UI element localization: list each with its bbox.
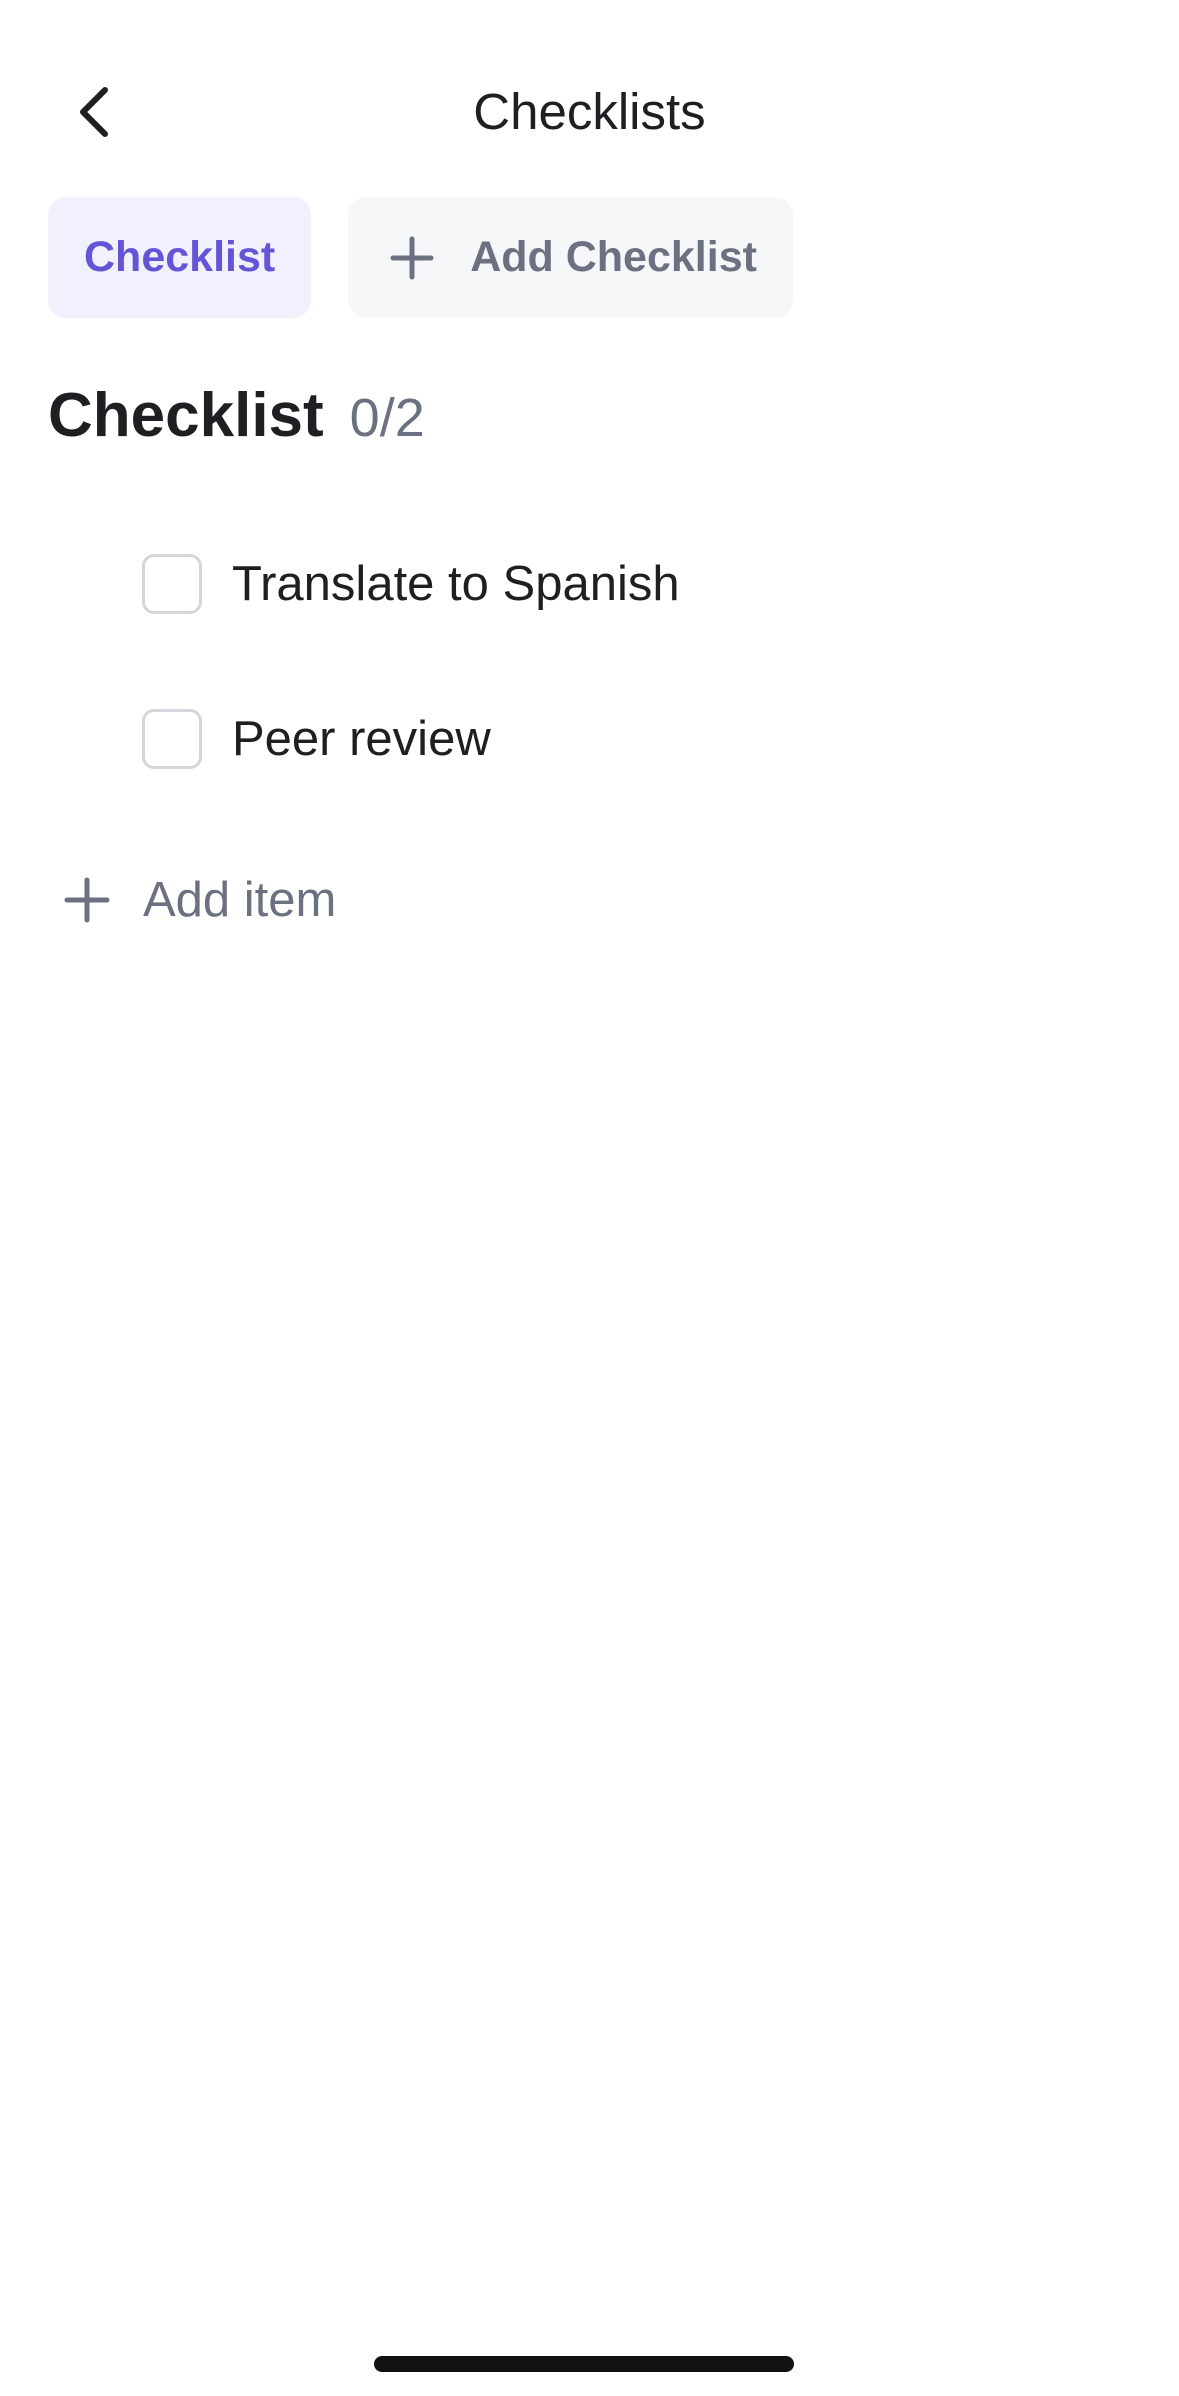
checklist-item[interactable]: Translate to Spanish [142,540,1142,695]
item-checkbox[interactable] [142,709,202,769]
back-button[interactable] [55,72,135,152]
item-label: Peer review [232,712,491,766]
checklist-progress-count: 0/2 [349,388,425,448]
tab-checklist[interactable]: Checklist [48,197,312,318]
checklists-screen: Checklists Checklist Add Checklist Check… [0,0,1179,2396]
add-item-button[interactable]: Add item [62,855,336,945]
checklist-header: Checklist 0/2 [48,380,425,480]
add-checklist-button[interactable]: Add Checklist [348,197,793,318]
item-checkbox[interactable] [142,554,202,614]
header: Checklists [0,0,1179,215]
plus-icon [388,234,436,282]
plus-icon [62,875,112,925]
checklist-title: Checklist [48,381,324,450]
item-label: Translate to Spanish [232,557,680,611]
home-indicator[interactable] [374,2356,794,2372]
add-checklist-label: Add Checklist [470,233,757,281]
checklist-items: Translate to Spanish Peer review [142,540,1142,850]
tab-checklist-label: Checklist [84,233,276,281]
checklist-tabs: Checklist Add Checklist [48,197,793,318]
checklist-item[interactable]: Peer review [142,695,1142,850]
page-title: Checklists [473,83,706,140]
chevron-left-icon [80,87,108,137]
add-item-label: Add item [143,873,337,927]
